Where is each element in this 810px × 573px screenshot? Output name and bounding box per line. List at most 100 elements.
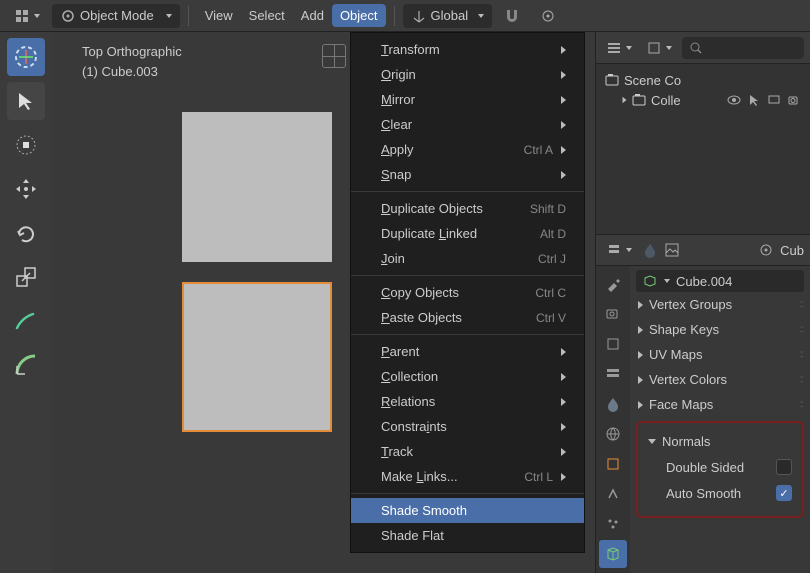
scene-collection-row[interactable]: Scene Co [600, 70, 806, 90]
menu-item-origin[interactable]: Origin [351, 62, 584, 87]
mesh-face [182, 112, 332, 262]
auto-smooth-checkbox[interactable] [776, 485, 792, 501]
menu-item-track[interactable]: Track [351, 439, 584, 464]
disclosure-icon [648, 439, 656, 444]
image-icon[interactable] [664, 242, 680, 258]
tool-rotate[interactable] [7, 214, 45, 252]
disclosure-icon [638, 301, 643, 309]
cursor-icon[interactable] [746, 92, 762, 108]
quad-view-icon[interactable] [322, 44, 346, 68]
object-menu[interactable]: TransformOriginMirrorClearApplyCtrl ASna… [350, 32, 585, 553]
tool-scale[interactable] [7, 258, 45, 296]
tool-move[interactable] [7, 126, 45, 164]
snap-options[interactable] [532, 4, 564, 28]
double-sided-checkbox[interactable] [776, 459, 792, 475]
chevron-down-icon [666, 46, 672, 50]
chevron-down-icon [34, 14, 40, 18]
menu-item-shade-smooth[interactable]: Shade Smooth [351, 498, 584, 523]
menu-item-constraints[interactable]: Constraints [351, 414, 584, 439]
tool-select[interactable] [7, 38, 45, 76]
section-vertex-groups[interactable]: Vertex Groups::: [636, 292, 804, 317]
scene-collection-label: Scene Co [624, 73, 681, 88]
properties-panel: Cube.004 Vertex Groups:::Shape Keys:::UV… [630, 266, 810, 573]
expand-icon[interactable] [623, 97, 627, 103]
drop-icon[interactable] [642, 242, 658, 258]
orientation-selector[interactable]: Global [403, 4, 493, 28]
drag-handle[interactable]: ::: [800, 324, 802, 335]
properties-header: Cub [596, 234, 810, 266]
outliner-search[interactable] [682, 37, 804, 59]
camera-icon[interactable] [786, 92, 802, 108]
axis-icon [411, 8, 427, 24]
object-mode-icon [60, 8, 76, 24]
section-shape-keys[interactable]: Shape Keys::: [636, 317, 804, 342]
auto-smooth-label: Auto Smooth [666, 486, 770, 501]
tab-tool[interactable] [599, 270, 627, 298]
tab-particle[interactable] [599, 510, 627, 538]
section-uv-maps[interactable]: UV Maps::: [636, 342, 804, 367]
object-icon [758, 242, 774, 258]
drag-handle[interactable]: ::: [800, 399, 802, 410]
collection-icon [604, 72, 620, 88]
tool-annotate[interactable] [7, 302, 45, 340]
snap-toggle[interactable] [496, 4, 528, 28]
menu-item-relations[interactable]: Relations [351, 389, 584, 414]
menu-item-clear[interactable]: Clear [351, 112, 584, 137]
tab-world[interactable] [599, 420, 627, 448]
section-face-maps[interactable]: Face Maps::: [636, 392, 804, 417]
tool-measure[interactable] [7, 346, 45, 384]
datablock-name-field[interactable]: Cube.004 [636, 270, 804, 292]
normals-panel-highlight: Normals Double Sided Auto Smooth [636, 421, 804, 518]
collection-row[interactable]: Colle [600, 90, 806, 110]
menu-item-copy-objects[interactable]: Copy ObjectsCtrl C [351, 280, 584, 305]
section-vertex-colors[interactable]: Vertex Colors::: [636, 367, 804, 392]
screen-icon[interactable] [766, 92, 782, 108]
menu-item-duplicate-linked[interactable]: Duplicate LinkedAlt D [351, 221, 584, 246]
menu-item-make-links-[interactable]: Make Links...Ctrl L [351, 464, 584, 489]
menu-item-join[interactable]: JoinCtrl J [351, 246, 584, 271]
list-icon [606, 40, 622, 56]
mode-label: Object Mode [80, 8, 154, 23]
editor-type-button[interactable] [6, 4, 48, 28]
menu-item-snap[interactable]: Snap [351, 162, 584, 187]
snap-target-icon [540, 8, 556, 24]
tab-object[interactable] [599, 450, 627, 478]
menu-item-transform[interactable]: Transform [351, 37, 584, 62]
menu-view[interactable]: View [197, 4, 241, 27]
menu-add[interactable]: Add [293, 4, 332, 27]
menu-item-paste-objects[interactable]: Paste ObjectsCtrl V [351, 305, 584, 330]
header-bar: Object Mode ViewSelectAddObject Global [0, 0, 810, 32]
tab-data[interactable] [599, 540, 627, 568]
menu-select[interactable]: Select [241, 4, 293, 27]
tool-cursor[interactable] [7, 82, 45, 120]
mode-selector[interactable]: Object Mode [52, 4, 180, 28]
menu-item-parent[interactable]: Parent [351, 339, 584, 364]
menu-item-duplicate-objects[interactable]: Duplicate ObjectsShift D [351, 196, 584, 221]
outliner-display-button[interactable] [642, 36, 676, 60]
drag-handle[interactable]: ::: [800, 299, 802, 310]
properties-type-button[interactable] [602, 238, 636, 262]
tab-modifier[interactable] [599, 480, 627, 508]
mesh-data-icon [642, 273, 658, 289]
menu-object[interactable]: Object [332, 4, 386, 27]
tab-viewlayer[interactable] [599, 360, 627, 388]
toolbar [0, 32, 52, 573]
tool-transform[interactable] [7, 170, 45, 208]
menu-item-collection[interactable]: Collection [351, 364, 584, 389]
search-icon [688, 40, 704, 56]
menu-item-apply[interactable]: ApplyCtrl A [351, 137, 584, 162]
tab-scene[interactable] [599, 390, 627, 418]
outliner-tree[interactable]: Scene Co Colle [596, 64, 810, 234]
drag-handle[interactable]: ::: [800, 349, 802, 360]
disclosure-icon [638, 351, 643, 359]
magnet-icon [504, 8, 520, 24]
outliner-type-button[interactable] [602, 36, 636, 60]
menu-item-shade-flat[interactable]: Shade Flat [351, 523, 584, 548]
tab-output[interactable] [599, 330, 627, 358]
chevron-down-icon [626, 248, 632, 252]
drag-handle[interactable]: ::: [800, 374, 802, 385]
tab-render[interactable] [599, 300, 627, 328]
normals-header[interactable]: Normals [646, 429, 794, 454]
eye-icon[interactable] [726, 92, 742, 108]
menu-item-mirror[interactable]: Mirror [351, 87, 584, 112]
